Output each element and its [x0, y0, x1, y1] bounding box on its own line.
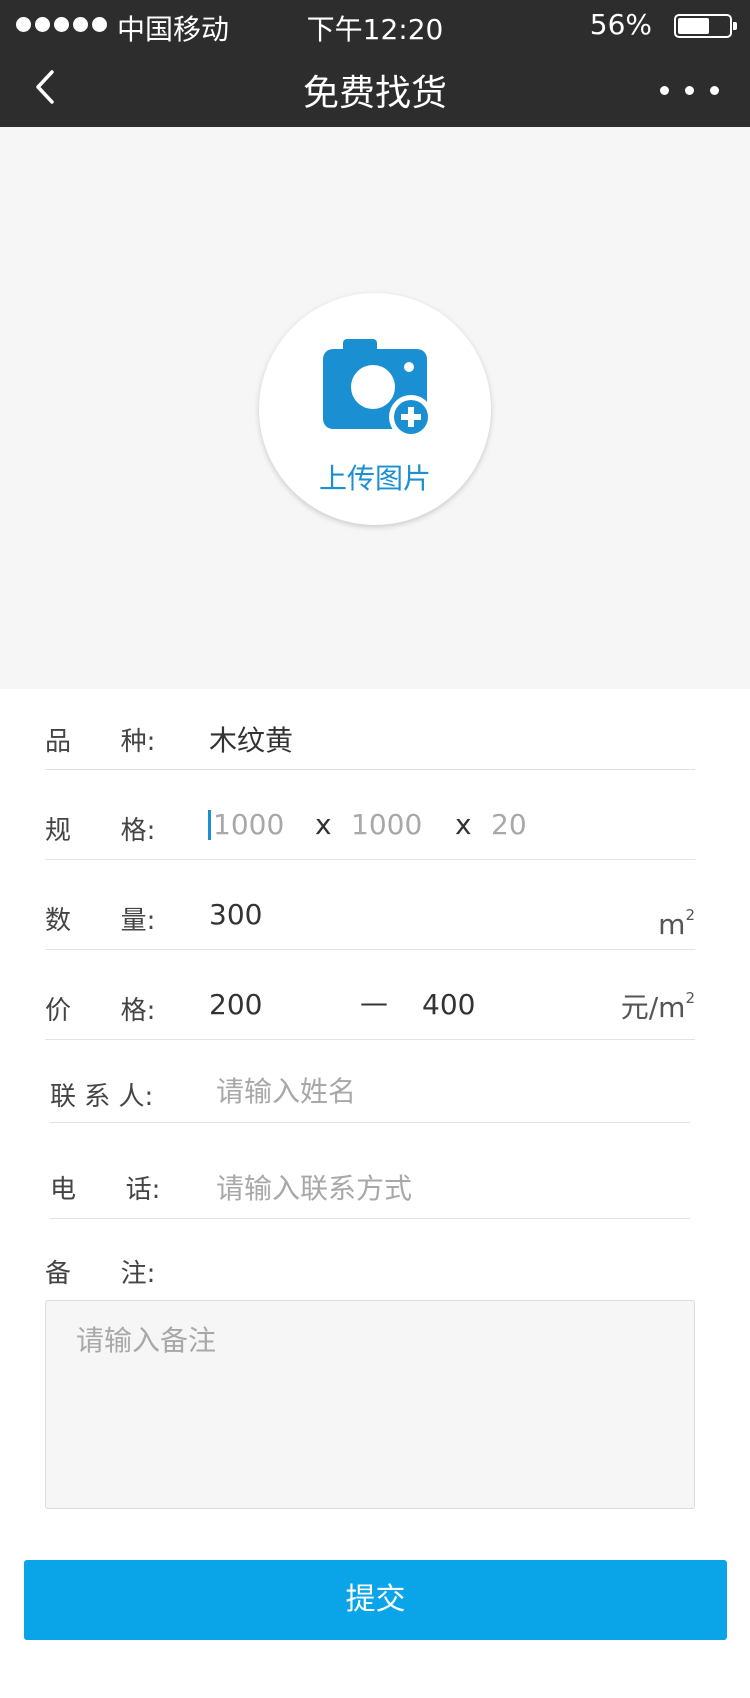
contact-row: 联 系 人: 请输入姓名 [50, 1040, 690, 1123]
spec-separator: x [315, 808, 332, 841]
phone-input[interactable]: 请输入联系方式 [216, 1167, 412, 1207]
price-range-dash: — [360, 986, 388, 1019]
battery-icon [674, 14, 737, 38]
upload-image-button[interactable]: 上传图片 [259, 293, 491, 525]
quantity-unit: m2 [658, 906, 695, 941]
spec-label: 规 格: [45, 816, 156, 846]
nav-bar: 免费找货 [0, 50, 750, 127]
page-title: 免费找货 [302, 73, 447, 114]
text-cursor [208, 810, 211, 840]
spec-row: 规 格: 1000 x 1000 x 20 [45, 770, 695, 860]
variety-row: 品 种: 木纹黄 [45, 689, 695, 770]
unit-text: 元/m [620, 991, 686, 1024]
submit-button[interactable]: 提交 [24, 1560, 727, 1640]
upload-label: 上传图片 [318, 462, 431, 495]
more-dot-icon [710, 86, 719, 95]
remark-textarea[interactable]: 请输入备注 [45, 1300, 695, 1509]
spec-length-input[interactable]: 1000 [213, 808, 284, 841]
price-unit: 元/m2 [621, 986, 695, 1026]
more-dot-icon [685, 86, 694, 95]
price-row: 价 格: 200 — 400 元/m2 [45, 950, 695, 1040]
unit-superscript: 2 [685, 906, 695, 924]
contact-label: 联 系 人: [50, 1082, 154, 1112]
remark-label: 备 注: [45, 1259, 156, 1289]
more-dot-icon [660, 86, 669, 95]
price-max-input[interactable]: 400 [422, 988, 475, 1021]
upload-area: 上传图片 [0, 127, 750, 689]
quantity-row: 数 量: 300 m2 [45, 860, 695, 950]
variety-value[interactable]: 木纹黄 [209, 719, 293, 759]
battery-percent: 56% [589, 8, 652, 41]
unit-text: m [658, 908, 686, 941]
price-label: 价 格: [45, 996, 156, 1026]
price-min-input[interactable]: 200 [209, 988, 262, 1021]
phone-row: 电 话: 请输入联系方式 [50, 1123, 690, 1219]
phone-label: 电 话: [50, 1175, 161, 1205]
spec-width-input[interactable]: 1000 [351, 808, 422, 841]
quantity-input[interactable]: 300 [209, 898, 262, 931]
more-menu-button[interactable] [660, 72, 720, 106]
camera-add-icon [323, 339, 433, 437]
quantity-label: 数 量: [45, 906, 156, 936]
remark-placeholder: 请输入备注 [76, 1324, 217, 1357]
spec-thickness-input[interactable]: 20 [491, 808, 527, 841]
unit-superscript: 2 [685, 989, 695, 1007]
contact-name-input[interactable]: 请输入姓名 [216, 1070, 356, 1110]
spec-separator: x [455, 808, 472, 841]
variety-label: 品 种: [45, 727, 156, 757]
top-bar: 中国移动 下午12:20 56% 免费找货 [0, 0, 750, 127]
status-bar: 中国移动 下午12:20 56% [0, 0, 750, 50]
